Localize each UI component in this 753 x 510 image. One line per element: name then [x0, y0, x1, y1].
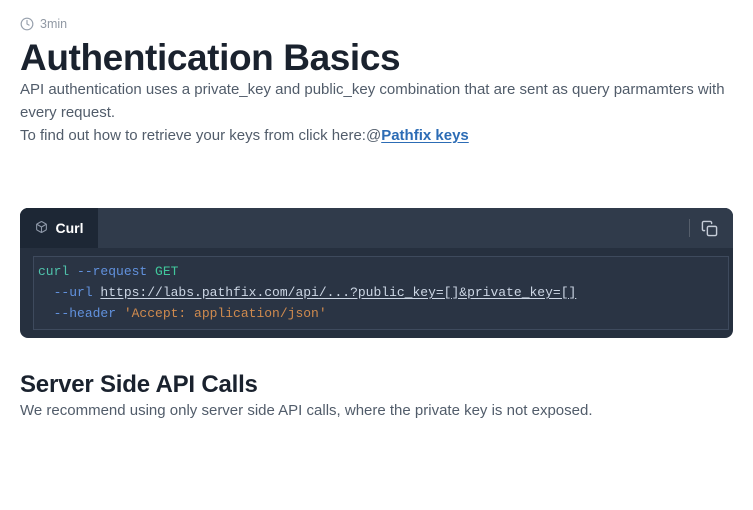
tab-curl[interactable]: Curl	[20, 208, 98, 248]
page-title: Authentication Basics	[20, 37, 401, 78]
code-line: --header 'Accept: application/json'	[53, 306, 327, 321]
section-title: Server Side API Calls	[20, 371, 258, 398]
code-block-header: Curl	[20, 208, 733, 248]
code-body: curl --request GET --url https://labs.pa…	[20, 248, 733, 338]
code-line: curl --request GET	[38, 264, 179, 279]
code-line: --url https://labs.pathfix.com/api/...?p…	[53, 285, 577, 300]
keys-paragraph-text: To find out how to retrieve your keys fr…	[20, 127, 382, 144]
header-divider	[689, 219, 690, 237]
code-content[interactable]: curl --request GET --url https://labs.pa…	[33, 256, 729, 330]
keys-paragraph: To find out how to retrieve your keys fr…	[20, 124, 733, 147]
section-paragraph: We recommend using only server side API …	[20, 402, 593, 419]
clock-icon	[20, 17, 34, 31]
copy-button[interactable]	[699, 218, 720, 239]
read-time-label: 3min	[40, 17, 68, 31]
pathfix-keys-link[interactable]: Pathfix keys	[381, 127, 469, 144]
docs-page: 3min Authentication Basics API authentic…	[0, 0, 753, 422]
tab-curl-label: Curl	[55, 220, 84, 236]
read-time: 3min	[20, 17, 733, 31]
code-header-actions	[689, 208, 733, 248]
cube-icon	[35, 220, 48, 237]
intro-paragraph: API authentication uses a private_key an…	[20, 81, 725, 121]
code-block: Curl curl --request GET --url https://la…	[20, 208, 733, 338]
